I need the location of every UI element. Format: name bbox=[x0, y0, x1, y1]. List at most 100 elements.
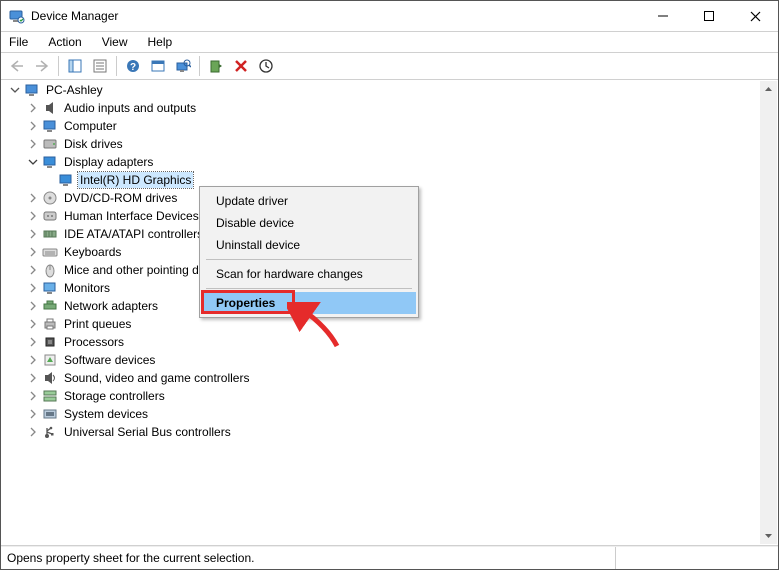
uninstall-device-button[interactable] bbox=[229, 54, 253, 78]
menu-file[interactable]: File bbox=[7, 34, 30, 50]
tree-category-label: Universal Serial Bus controllers bbox=[62, 424, 233, 440]
expander-icon[interactable] bbox=[26, 425, 40, 439]
sound-icon bbox=[42, 370, 58, 386]
status-text: Opens property sheet for the current sel… bbox=[7, 551, 254, 565]
update-driver-button[interactable] bbox=[254, 54, 278, 78]
menu-properties[interactable]: Properties bbox=[202, 292, 416, 314]
menu-disable-device[interactable]: Disable device bbox=[202, 212, 416, 234]
tree-category-row[interactable]: Audio inputs and outputs bbox=[2, 99, 760, 117]
tree-device-label: Intel(R) HD Graphics bbox=[78, 172, 193, 188]
software-icon bbox=[42, 352, 58, 368]
menu-separator bbox=[206, 288, 412, 289]
close-button[interactable] bbox=[732, 1, 778, 31]
context-menu: Update driver Disable device Uninstall d… bbox=[199, 186, 419, 318]
computer-icon bbox=[42, 118, 58, 134]
tree-category-label: Audio inputs and outputs bbox=[62, 100, 198, 116]
tree-category-label: DVD/CD-ROM drives bbox=[62, 190, 179, 206]
properties-button[interactable] bbox=[88, 54, 112, 78]
enable-device-button[interactable] bbox=[204, 54, 228, 78]
scroll-down-icon[interactable] bbox=[760, 527, 777, 544]
expander-icon[interactable] bbox=[26, 155, 40, 169]
forward-button[interactable] bbox=[30, 54, 54, 78]
hid-icon bbox=[42, 208, 58, 224]
tree-category-label: Disk drives bbox=[62, 136, 125, 152]
expander-icon[interactable] bbox=[26, 407, 40, 421]
tree-category-row[interactable]: Computer bbox=[2, 117, 760, 135]
display-icon bbox=[42, 154, 58, 170]
tree-category-label: Sound, video and game controllers bbox=[62, 370, 251, 386]
tree-category-label: Software devices bbox=[62, 352, 157, 368]
scroll-up-icon[interactable] bbox=[760, 81, 777, 98]
menu-update-driver[interactable]: Update driver bbox=[202, 190, 416, 212]
tree-category-label: Monitors bbox=[62, 280, 112, 296]
menubar: File Action View Help bbox=[1, 32, 778, 53]
tree-category-row[interactable]: System devices bbox=[2, 405, 760, 423]
tree-category-label: Processors bbox=[62, 334, 126, 350]
expander-icon[interactable] bbox=[26, 101, 40, 115]
tree-category-row[interactable]: Software devices bbox=[2, 351, 760, 369]
tree-category-label: Display adapters bbox=[62, 154, 155, 170]
expander-icon[interactable] bbox=[26, 281, 40, 295]
tree-category-label: IDE ATA/ATAPI controllers bbox=[62, 226, 205, 242]
tree-root-row[interactable]: PC-Ashley bbox=[2, 81, 760, 99]
expander-icon[interactable] bbox=[8, 83, 22, 97]
back-button[interactable] bbox=[5, 54, 29, 78]
system-icon bbox=[42, 406, 58, 422]
menu-view[interactable]: View bbox=[100, 34, 130, 50]
dvd-icon bbox=[42, 190, 58, 206]
tree-category-row[interactable]: Universal Serial Bus controllers bbox=[2, 423, 760, 441]
tree-category-row[interactable]: Processors bbox=[2, 333, 760, 351]
expander-icon[interactable] bbox=[26, 137, 40, 151]
expander-icon[interactable] bbox=[26, 209, 40, 223]
device-tree-area: PC-Ashley Audio inputs and outputs Comput… bbox=[1, 80, 778, 546]
tree-category-label: System devices bbox=[62, 406, 150, 422]
expander-icon[interactable] bbox=[26, 389, 40, 403]
menu-help[interactable]: Help bbox=[146, 34, 175, 50]
statusbar: Opens property sheet for the current sel… bbox=[1, 546, 778, 569]
menu-scan-hardware[interactable]: Scan for hardware changes bbox=[202, 263, 416, 285]
app-icon bbox=[9, 8, 25, 24]
mouse-icon bbox=[42, 262, 58, 278]
network-icon bbox=[42, 298, 58, 314]
expander-icon[interactable] bbox=[26, 371, 40, 385]
expander-icon[interactable] bbox=[26, 191, 40, 205]
expander-icon[interactable] bbox=[26, 335, 40, 349]
tree-category-label: Network adapters bbox=[62, 298, 160, 314]
scan-hardware-button[interactable] bbox=[171, 54, 195, 78]
expander-icon[interactable] bbox=[26, 299, 40, 313]
tree-category-row[interactable]: Display adapters bbox=[2, 153, 760, 171]
help-button[interactable]: ? bbox=[121, 54, 145, 78]
expander-icon[interactable] bbox=[26, 263, 40, 277]
monitor-icon bbox=[42, 280, 58, 296]
menu-uninstall-device[interactable]: Uninstall device bbox=[202, 234, 416, 256]
menu-action[interactable]: Action bbox=[46, 34, 83, 50]
cpu-icon bbox=[42, 334, 58, 350]
expander-icon[interactable] bbox=[26, 353, 40, 367]
svg-text:?: ? bbox=[130, 62, 136, 73]
keyboard-icon bbox=[42, 244, 58, 260]
printer-icon bbox=[42, 316, 58, 332]
tree-category-label: Keyboards bbox=[62, 244, 123, 260]
tree-category-row[interactable]: Storage controllers bbox=[2, 387, 760, 405]
menu-separator bbox=[206, 259, 412, 260]
computer-icon bbox=[24, 82, 40, 98]
expander-icon[interactable] bbox=[26, 317, 40, 331]
maximize-button[interactable] bbox=[686, 1, 732, 31]
disk-icon bbox=[42, 136, 58, 152]
usb-icon bbox=[42, 424, 58, 440]
status-separator bbox=[615, 547, 778, 569]
window-controls bbox=[640, 1, 778, 31]
audio-icon bbox=[42, 100, 58, 116]
tree-category-row[interactable]: Sound, video and game controllers bbox=[2, 369, 760, 387]
vertical-scrollbar[interactable] bbox=[760, 81, 777, 544]
expander-icon[interactable] bbox=[26, 227, 40, 241]
expander-icon[interactable] bbox=[26, 245, 40, 259]
toolbar: ? bbox=[1, 53, 778, 80]
action-button[interactable] bbox=[146, 54, 170, 78]
tree-category-label: Computer bbox=[62, 118, 119, 134]
ide-icon bbox=[42, 226, 58, 242]
show-hide-tree-button[interactable] bbox=[63, 54, 87, 78]
minimize-button[interactable] bbox=[640, 1, 686, 31]
tree-category-row[interactable]: Disk drives bbox=[2, 135, 760, 153]
expander-icon[interactable] bbox=[26, 119, 40, 133]
